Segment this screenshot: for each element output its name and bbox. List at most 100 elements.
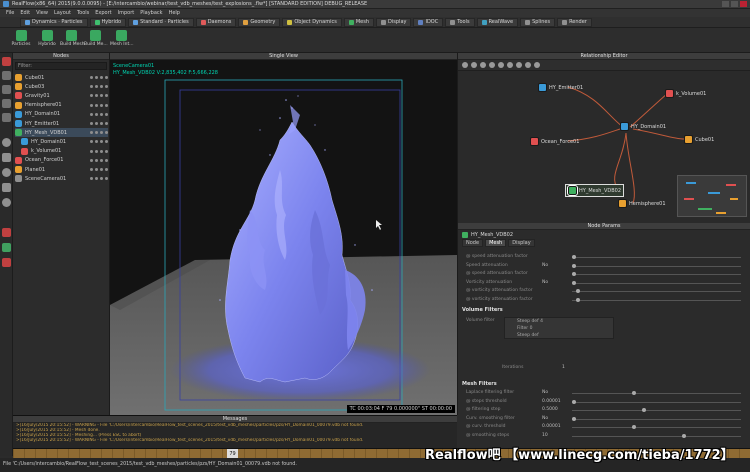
param-value[interactable]: 0.00001 (542, 424, 561, 429)
slider-knob[interactable] (572, 399, 576, 404)
node-list-item[interactable]: Gravity01 (15, 91, 108, 100)
node-visibility-flags[interactable] (90, 140, 108, 144)
toolbar-button[interactable]: Build Me... (84, 30, 108, 47)
param-slider[interactable] (572, 427, 741, 428)
param-value[interactable]: 0.5000 (542, 407, 558, 412)
iterations-value[interactable]: 1 (562, 365, 565, 370)
slider-knob[interactable] (572, 263, 576, 268)
tab-mesh[interactable]: Mesh (485, 239, 507, 247)
param-row[interactable]: @ curv. threshold 0.00001 (462, 423, 747, 431)
maximize-button[interactable] (731, 1, 738, 7)
menu-export[interactable]: Export (95, 10, 111, 16)
param-slider[interactable] (572, 410, 741, 411)
relationship-graph[interactable]: HY_Emitter01 k_Volume01 HY_Domain01 Ocea… (458, 71, 750, 223)
param-slider[interactable] (572, 265, 741, 267)
param-value[interactable]: No (542, 416, 548, 421)
frame-all-icon[interactable] (498, 62, 504, 68)
slider-knob[interactable] (642, 408, 646, 412)
node-list-item[interactable]: SceneCamera01 (15, 174, 108, 183)
nodes-filter-input[interactable]: Filter: (15, 62, 107, 70)
param-slider[interactable] (572, 435, 741, 437)
volume-filter-list[interactable]: Steep def 4 Filter 0 Steep def (504, 317, 614, 339)
graph-node-hy-emitter[interactable]: HY_Emitter01 (538, 83, 583, 92)
sphere-2-icon[interactable] (2, 198, 11, 207)
minimize-button[interactable] (722, 1, 729, 7)
rotate-tool-icon[interactable] (2, 99, 11, 108)
menu-tools[interactable]: Tools (77, 10, 89, 16)
param-row[interactable]: @ vorticity attenuation factor (462, 296, 747, 304)
shelf-tab[interactable]: Hybrido (89, 17, 127, 27)
shelf-tab[interactable]: Tools (445, 17, 475, 27)
sphere-icon[interactable] (2, 138, 11, 147)
record-icon[interactable] (2, 57, 11, 66)
param-value[interactable]: No (542, 390, 548, 395)
toolbar-button[interactable]: Hybrido (36, 30, 58, 47)
param-row[interactable]: Laplace filtering filter No (462, 389, 747, 397)
node-list-item[interactable]: HY_Domain01 (15, 137, 108, 146)
node-list-item[interactable]: HY_Domain01 (15, 110, 108, 119)
param-row[interactable]: @ speed attenuation factor (462, 270, 747, 278)
param-row[interactable]: Curv. smoothing filter No (462, 415, 747, 423)
filter-icon[interactable] (516, 62, 522, 68)
tab-node[interactable]: Node (462, 239, 484, 247)
param-row[interactable]: @ speed attenuation factor (462, 253, 747, 261)
param-slider[interactable] (572, 257, 741, 258)
shelf-tab[interactable]: Daemons (195, 17, 237, 27)
param-row[interactable]: @ steps threshold 0.00001 (462, 398, 747, 406)
volume-filter-item[interactable]: Steep def 4 (505, 318, 613, 325)
node-visibility-flags[interactable] (90, 168, 108, 171)
param-value[interactable]: No (542, 280, 548, 285)
link-tool-icon[interactable] (462, 62, 468, 68)
layout-icon[interactable] (507, 62, 513, 68)
cube-tool-icon[interactable] (2, 153, 11, 162)
tab-display[interactable]: Display (508, 239, 535, 247)
node-visibility-flags[interactable] (90, 94, 108, 98)
menu-import[interactable]: Import (118, 10, 135, 16)
param-value[interactable]: No (542, 263, 548, 268)
zoom-out-icon[interactable] (489, 62, 495, 68)
shelf-tab[interactable]: Mesh (343, 17, 375, 27)
move-tool-icon[interactable] (2, 85, 11, 94)
node-visibility-flags[interactable] (90, 112, 108, 116)
menu-view[interactable]: View (36, 10, 48, 16)
toolbar-button[interactable]: Particles (10, 30, 32, 47)
slider-knob[interactable] (572, 255, 576, 259)
menu-file[interactable]: File (6, 10, 14, 16)
shelf-tab[interactable]: Standard · Particles (128, 17, 194, 27)
slider-knob[interactable] (632, 425, 636, 429)
shelf-tab[interactable]: Display (376, 17, 412, 27)
menu-layout[interactable]: Layout (54, 10, 71, 16)
torus-icon[interactable] (2, 168, 11, 177)
brush-icon[interactable] (2, 243, 11, 252)
node-list-item[interactable]: Ocean_Force01 (15, 156, 108, 165)
param-row[interactable]: Speed attenuation No (462, 262, 747, 270)
slider-knob[interactable] (576, 297, 580, 302)
shelf-tab[interactable]: RealWave (476, 17, 519, 27)
node-visibility-flags[interactable] (90, 177, 108, 181)
param-slider[interactable] (572, 401, 741, 403)
node-list-item[interactable]: Cube01 (15, 73, 108, 82)
scale-tool-icon[interactable] (2, 113, 11, 122)
zoom-in-icon[interactable] (480, 62, 486, 68)
paint-icon[interactable] (2, 228, 11, 237)
shelf-tab[interactable]: IDOC (413, 17, 444, 27)
slider-knob[interactable] (632, 391, 636, 395)
close-button[interactable] (740, 1, 747, 7)
param-slider[interactable] (572, 299, 741, 301)
volume-filters-section[interactable]: Volume Filters (462, 307, 747, 315)
node-visibility-flags[interactable] (90, 131, 108, 135)
param-row[interactable]: Vorticity attenuation No (462, 279, 747, 287)
param-row[interactable]: @ filtering step 0.5000 (462, 406, 747, 414)
pen-icon[interactable] (2, 258, 11, 267)
node-list-item[interactable]: Cube03 (15, 82, 108, 91)
toolbar-button[interactable]: Mesh Int... (110, 30, 134, 47)
node-list-item[interactable]: Plane01 (15, 165, 108, 174)
volume-filter-item[interactable]: Steep def (505, 332, 613, 339)
param-row[interactable]: @ smoothing steps 10 (462, 432, 747, 440)
node-visibility-flags[interactable] (90, 85, 108, 89)
param-slider[interactable] (572, 282, 741, 284)
mesh-filters-section[interactable]: Mesh Filters (462, 381, 747, 389)
shelf-tab[interactable]: Dynamics · Particles (20, 17, 88, 27)
node-visibility-flags[interactable] (90, 76, 108, 79)
graph-minimap[interactable] (677, 175, 747, 217)
